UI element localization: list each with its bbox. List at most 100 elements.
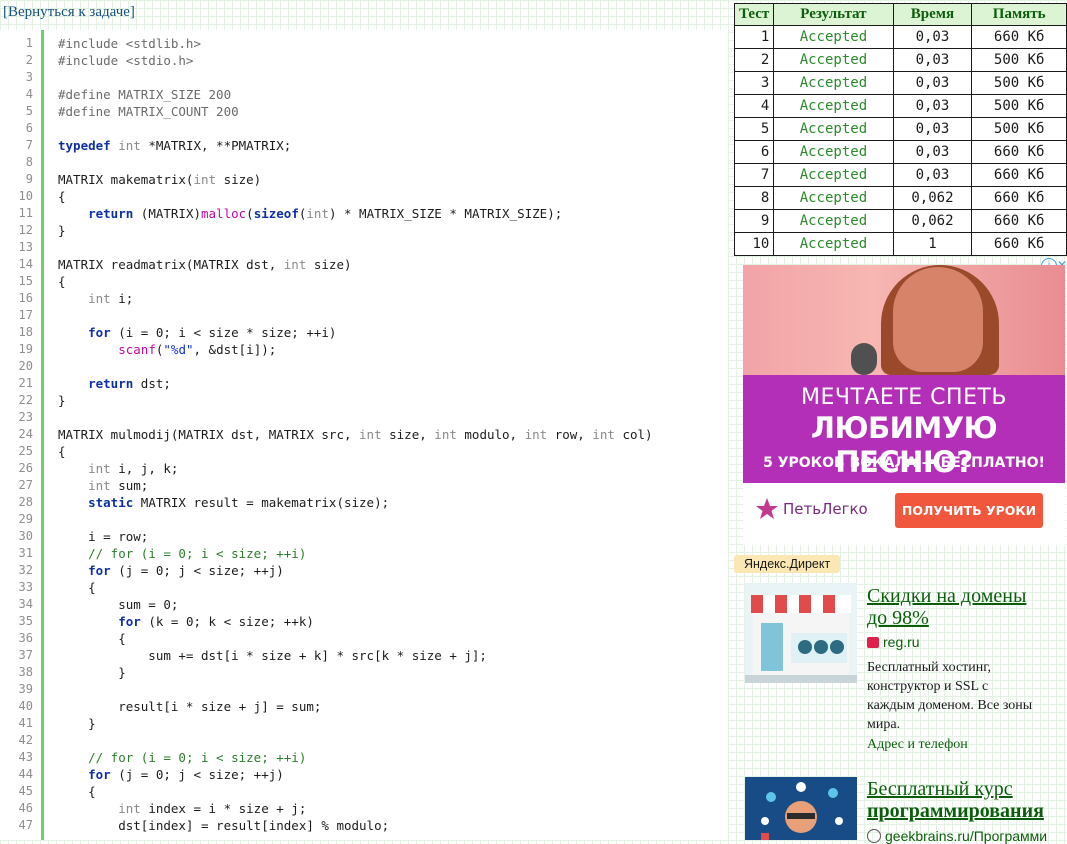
code-token: for bbox=[118, 614, 141, 629]
code-line: 25 { bbox=[0, 443, 728, 460]
ad1-title[interactable]: Скидки на домены до 98% bbox=[867, 585, 1026, 629]
ad2-title-line2[interactable]: программирования bbox=[867, 800, 1044, 822]
code-line: 47 dst[index] = result[index] % modulo; bbox=[0, 817, 728, 834]
code-token: int bbox=[524, 427, 548, 442]
ad-headline-top: МЕЧТАЕТЕ СПЕТЬ bbox=[800, 385, 1008, 410]
memory-cell: 500 Кб bbox=[971, 94, 1067, 118]
code-line: 30 i = row; bbox=[0, 528, 728, 545]
code-line: 46 int index = i * size + j; bbox=[0, 800, 728, 817]
code-token: modulo, bbox=[456, 427, 525, 442]
code-line: 26 int i, j, k; bbox=[0, 460, 728, 477]
line-number: 8 bbox=[25, 155, 33, 169]
test-number-cell: 2 bbox=[733, 48, 775, 72]
result-status-cell: Accepted bbox=[773, 186, 894, 210]
get-lessons-button[interactable]: ПОЛУЧИТЬ УРОКИ bbox=[895, 493, 1043, 528]
line-number: 3 bbox=[25, 70, 33, 84]
code-token: { bbox=[58, 784, 96, 799]
ad1-title-line2[interactable]: до 98% bbox=[867, 607, 929, 629]
results-row: 10 Accepted 1 660 Кб bbox=[733, 232, 1067, 256]
code-token: size) bbox=[216, 172, 262, 187]
code-token: i = row; bbox=[58, 529, 149, 544]
code-text: } bbox=[58, 392, 66, 409]
time-cell: 0,03 bbox=[892, 25, 973, 49]
result-status-cell: Accepted bbox=[773, 232, 894, 256]
code-line: 31 // for (i = 0; i < size; ++i) bbox=[0, 545, 728, 562]
code-token: row, bbox=[547, 427, 593, 442]
line-number: 7 bbox=[25, 138, 33, 152]
line-number: 43 bbox=[18, 750, 33, 764]
code-text: for (j = 0; j < size; ++j) bbox=[58, 766, 284, 783]
code-line: 10 { bbox=[0, 188, 728, 205]
code-lines: 1 #include <stdlib.h> 2 #include <stdio.h> 3… bbox=[0, 35, 728, 834]
code-token: int bbox=[434, 427, 457, 442]
memory-cell: 660 Кб bbox=[971, 25, 1067, 49]
line-number: 41 bbox=[18, 716, 33, 730]
back-to-task-link[interactable]: [Вернуться к задаче] bbox=[3, 3, 135, 21]
code-token: (j = 0; j < size; ++j) bbox=[110, 767, 284, 782]
code-line: 33 { bbox=[0, 579, 728, 596]
ad1-address-link[interactable]: Адрес и телефон bbox=[867, 737, 968, 753]
col-time: Время bbox=[892, 3, 973, 26]
code-token: ( bbox=[246, 206, 254, 221]
storefront-image[interactable] bbox=[745, 583, 857, 683]
results-header-row: Тест Результат Время Память bbox=[733, 3, 1067, 26]
line-number: 42 bbox=[18, 733, 33, 747]
code-token: { bbox=[58, 274, 66, 289]
microphone-icon bbox=[851, 343, 877, 375]
code-token: int bbox=[88, 478, 111, 493]
vocal-lessons-ad[interactable]: МЕЧТАЕТЕ СПЕТЬ ЛЮБИМУЮ ПЕСНЮ? 5 УРОКОВ В… bbox=[743, 265, 1065, 545]
yandex-direct-label[interactable]: Яндекс.Директ bbox=[734, 555, 841, 573]
ad1-domain[interactable]: reg.ru bbox=[867, 634, 920, 650]
code-token: sum; bbox=[110, 478, 149, 493]
code-token: } bbox=[58, 716, 96, 731]
code-text: int index = i * size + j; bbox=[58, 800, 306, 817]
code-text: { bbox=[58, 443, 66, 460]
results-row: 8 Accepted 0,062 660 Кб bbox=[733, 186, 1067, 210]
code-line: 39 bbox=[0, 681, 728, 698]
ad1-description: Бесплатный хостинг, конструктор и SSL с … bbox=[867, 658, 1032, 734]
line-number: 23 bbox=[18, 410, 33, 424]
code-line: 27 int sum; bbox=[0, 477, 728, 494]
ad1-title-line1[interactable]: Скидки на домены bbox=[867, 585, 1026, 607]
code-line: 29 bbox=[0, 511, 728, 528]
ad2-title-line1[interactable]: Бесплатный курс bbox=[867, 778, 1013, 800]
results-row: 1 Accepted 0,03 660 Кб bbox=[733, 25, 1067, 49]
code-text: #include <stdlib.h> bbox=[58, 35, 201, 52]
result-status-cell: Accepted bbox=[773, 163, 894, 187]
code-token: i, j, k; bbox=[110, 461, 179, 476]
code-line: 1 #include <stdlib.h> bbox=[0, 35, 728, 52]
line-number: 37 bbox=[18, 648, 33, 662]
line-number: 34 bbox=[18, 597, 33, 611]
code-token: *MATRIX, **PMATRIX; bbox=[140, 138, 292, 153]
code-text: i = row; bbox=[58, 528, 148, 545]
line-number: 36 bbox=[18, 631, 33, 645]
memory-cell: 660 Кб bbox=[971, 209, 1067, 233]
line-number: 31 bbox=[18, 546, 33, 560]
code-token: int bbox=[283, 257, 307, 272]
ad2-title[interactable]: Бесплатный курс программирования bbox=[867, 778, 1044, 822]
code-line: 19 scanf("%d", &dst[i]); bbox=[0, 341, 728, 358]
code-token: MATRIX makematrix( bbox=[58, 172, 194, 187]
code-token: size, bbox=[381, 427, 435, 442]
ad1-text-line: мира. bbox=[867, 717, 901, 732]
code-text: #include <stdio.h> bbox=[58, 52, 193, 69]
code-token: } bbox=[58, 223, 66, 238]
ad1-domain-text[interactable]: reg.ru bbox=[883, 634, 920, 650]
ad2-domain-text[interactable]: geekbrains.ru/Программи bbox=[885, 828, 1047, 844]
code-text: typedef int *MATRIX, **PMATRIX; bbox=[58, 137, 291, 154]
code-line: 34 sum = 0; bbox=[0, 596, 728, 613]
code-token: } bbox=[58, 393, 66, 408]
results-row: 7 Accepted 0,03 660 Кб bbox=[733, 163, 1067, 187]
line-number: 2 bbox=[25, 53, 33, 67]
programming-course-image[interactable] bbox=[745, 777, 857, 840]
line-number: 46 bbox=[18, 801, 33, 815]
line-number: 45 bbox=[18, 784, 33, 798]
line-number: 18 bbox=[18, 325, 33, 339]
ad2-domain[interactable]: geekbrains.ru/Программи bbox=[867, 828, 1047, 844]
code-token: } bbox=[58, 665, 126, 680]
time-cell: 0,03 bbox=[892, 71, 973, 95]
code-token: #define MATRIX_SIZE 200 bbox=[58, 87, 232, 102]
